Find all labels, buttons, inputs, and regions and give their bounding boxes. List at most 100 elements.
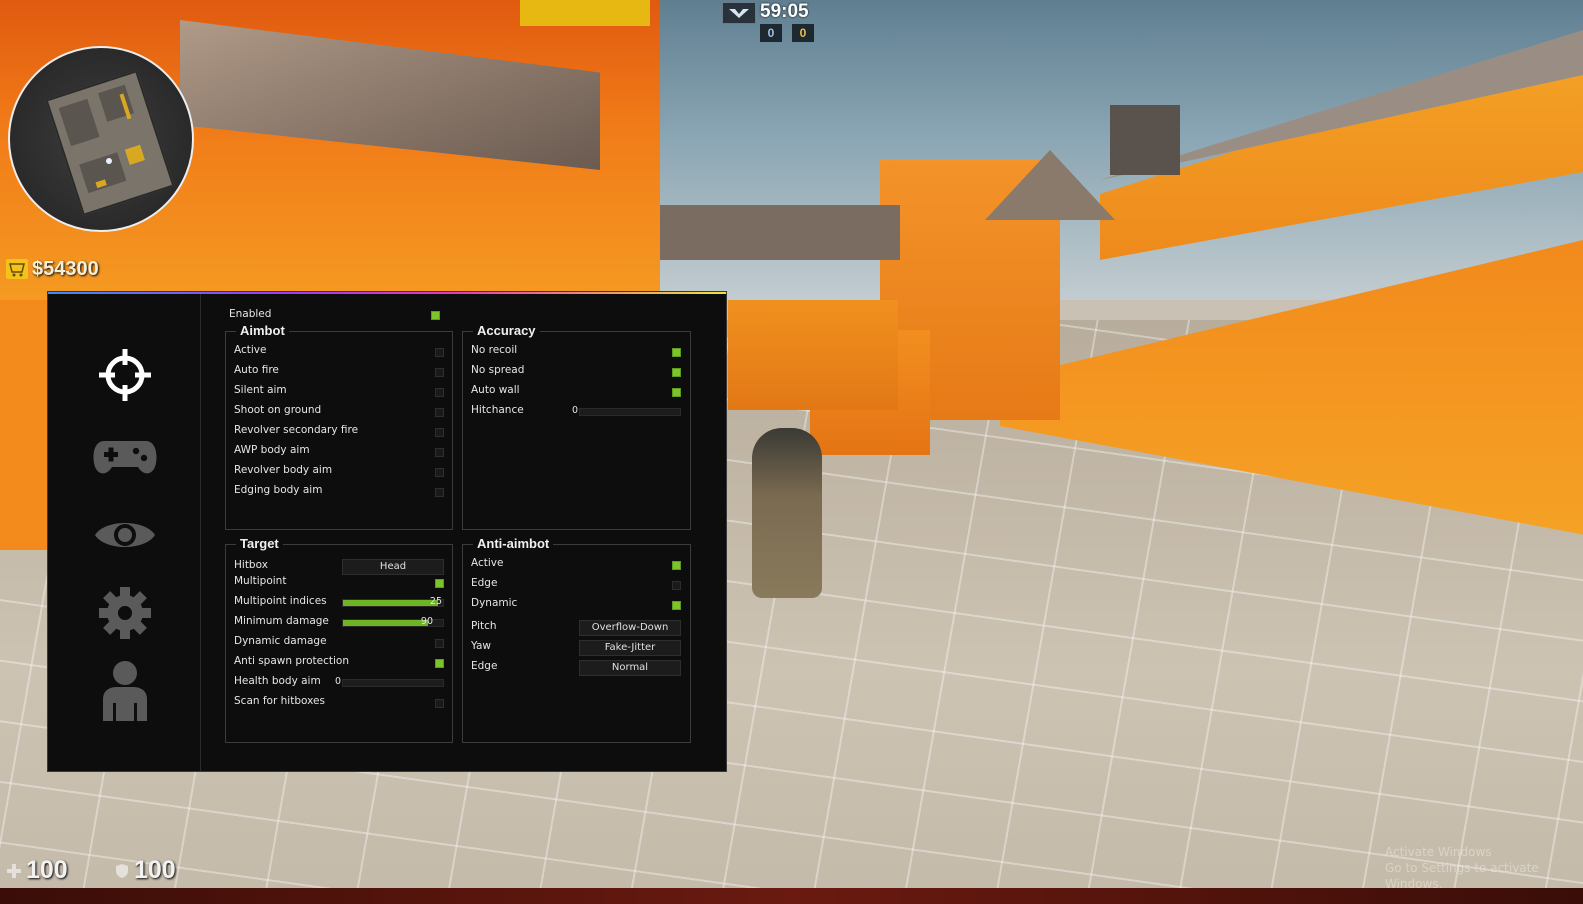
armor-value: 100 xyxy=(134,856,176,884)
accuracy-row: Auto wall xyxy=(471,384,683,400)
auto-fire-label: Auto fire xyxy=(234,364,279,376)
accuracy-row: No spread xyxy=(471,364,683,380)
tab-settings[interactable] xyxy=(92,580,158,646)
multipoint-indices-value: 25 xyxy=(429,596,442,607)
accuracy-title: Accuracy xyxy=(473,323,540,338)
hitchance-value: 0 xyxy=(572,405,579,416)
revolver-secondary-checkbox[interactable] xyxy=(435,428,444,437)
revolver-body-aim-checkbox[interactable] xyxy=(435,468,444,477)
tab-aimbot[interactable] xyxy=(92,342,158,408)
yellow-wall-top xyxy=(520,0,650,26)
dynamic-damage-row: Dynamic damage xyxy=(234,635,446,651)
multipoint-indices-slider[interactable]: 25 xyxy=(342,596,444,607)
awp-body-aim-label: AWP body aim xyxy=(234,444,310,456)
tab-profile[interactable] xyxy=(92,658,158,724)
enabled-row: Enabled xyxy=(229,308,441,322)
anti-spawn-checkbox[interactable] xyxy=(435,659,444,668)
health-body-aim-slider[interactable]: 0 xyxy=(335,676,444,687)
round-timer: 59:05 xyxy=(760,1,809,22)
enabled-checkbox[interactable] xyxy=(431,311,440,320)
hitbox-dropdown[interactable]: Head xyxy=(342,559,444,575)
antiaim-edge-checkbox[interactable] xyxy=(672,581,681,590)
shoot-on-ground-checkbox[interactable] xyxy=(435,408,444,417)
tab-visuals[interactable] xyxy=(92,502,158,568)
hitchance-slider[interactable]: 0 xyxy=(572,405,681,416)
awp-body-aim-checkbox[interactable] xyxy=(435,448,444,457)
score-ct: 0 xyxy=(760,24,782,42)
auto-fire-checkbox[interactable] xyxy=(435,368,444,377)
antiaim-active-checkbox[interactable] xyxy=(672,561,681,570)
watermark-line1: Activate Windows xyxy=(1385,845,1492,859)
watermark-line2: Go to Settings to activate Windows. xyxy=(1385,861,1539,891)
enabled-label: Enabled xyxy=(229,308,272,320)
edge-mode-dropdown[interactable]: Normal xyxy=(579,660,681,676)
orange-wall-low-left xyxy=(0,300,47,550)
health-body-aim-value: 0 xyxy=(335,676,342,687)
menu-sidebar xyxy=(48,294,201,771)
pitch-label: Pitch xyxy=(471,620,497,632)
anti-spawn-label: Anti spawn protection xyxy=(234,655,349,667)
cheat-menu-window[interactable]: Enabled Aimbot Active Auto fire Silent a… xyxy=(47,291,727,772)
no-recoil-checkbox[interactable] xyxy=(672,348,681,357)
far-bridge xyxy=(660,205,900,260)
shoot-on-ground-label: Shoot on ground xyxy=(234,404,322,416)
minimum-damage-fill xyxy=(343,620,428,626)
aimbot-group: Aimbot Active Auto fire Silent aim Shoot… xyxy=(225,323,453,530)
edging-body-aim-checkbox[interactable] xyxy=(435,488,444,497)
team-emblem-icon xyxy=(722,2,756,24)
radar-minimap xyxy=(8,46,194,232)
player-model xyxy=(752,428,822,598)
accuracy-group: Accuracy No recoil No spread Auto wall H… xyxy=(462,323,691,530)
hitchance-label: Hitchance xyxy=(471,404,524,416)
aimbot-row: Shoot on ground xyxy=(234,404,446,420)
aimbot-row: Revolver secondary fire xyxy=(234,424,446,440)
dynamic-damage-checkbox[interactable] xyxy=(435,639,444,648)
edge-mode-row: Edge Normal xyxy=(471,660,683,676)
tab-misc[interactable] xyxy=(92,424,158,490)
health-display: 100 xyxy=(6,856,68,885)
hitbox-row: Hitbox Head xyxy=(234,559,446,575)
aimbot-active-checkbox[interactable] xyxy=(435,348,444,357)
gear-icon xyxy=(99,587,151,639)
edge-mode-label: Edge xyxy=(471,660,498,672)
revolver-secondary-label: Revolver secondary fire xyxy=(234,424,359,436)
silent-aim-checkbox[interactable] xyxy=(435,388,444,397)
aimbot-row: Auto fire xyxy=(234,364,446,380)
health-cross-icon xyxy=(7,863,21,878)
round-timer-panel: 59:05 0 0 xyxy=(722,0,822,44)
anti-aimbot-title: Anti-aimbot xyxy=(473,536,554,551)
antiaim-dynamic-label: Dynamic xyxy=(471,597,518,609)
multipoint-row: Multipoint xyxy=(234,575,446,591)
multipoint-indices-label: Multipoint indices xyxy=(234,595,327,607)
multipoint-indices-fill xyxy=(343,600,438,606)
multipoint-label: Multipoint xyxy=(234,575,287,587)
antiaim-dynamic-checkbox[interactable] xyxy=(672,601,681,610)
scan-hitboxes-checkbox[interactable] xyxy=(435,699,444,708)
armor-shield-icon xyxy=(116,863,128,878)
multipoint-checkbox[interactable] xyxy=(435,579,444,588)
dynamic-damage-label: Dynamic damage xyxy=(234,635,327,647)
aimbot-row: AWP body aim xyxy=(234,444,446,460)
radar-map-layout xyxy=(45,70,175,216)
windows-activation-watermark: Activate Windows Go to Settings to activ… xyxy=(1385,844,1583,892)
auto-wall-checkbox[interactable] xyxy=(672,388,681,397)
minimum-damage-value: 90 xyxy=(420,616,433,627)
edging-body-aim-label: Edging body aim xyxy=(234,484,323,496)
yaw-dropdown[interactable]: Fake-Jitter xyxy=(579,640,681,656)
no-spread-checkbox[interactable] xyxy=(672,368,681,377)
aimbot-row: Active xyxy=(234,344,446,360)
pitch-row: Pitch Overflow-Down xyxy=(471,620,683,636)
antiaim-edge-label: Edge xyxy=(471,577,498,589)
aimbot-title: Aimbot xyxy=(236,323,289,338)
cart-icon xyxy=(6,259,28,279)
target-title: Target xyxy=(236,536,283,551)
yaw-row: Yaw Fake-Jitter xyxy=(471,640,683,656)
dark-chimney xyxy=(1110,105,1180,175)
no-recoil-label: No recoil xyxy=(471,344,518,356)
minimum-damage-slider[interactable]: 90 xyxy=(342,616,444,627)
crosshair-icon xyxy=(99,349,151,401)
auto-wall-label: Auto wall xyxy=(471,384,520,396)
radar-player-dot xyxy=(106,158,112,164)
aimbot-row: Edging body aim xyxy=(234,484,446,500)
pitch-dropdown[interactable]: Overflow-Down xyxy=(579,620,681,636)
